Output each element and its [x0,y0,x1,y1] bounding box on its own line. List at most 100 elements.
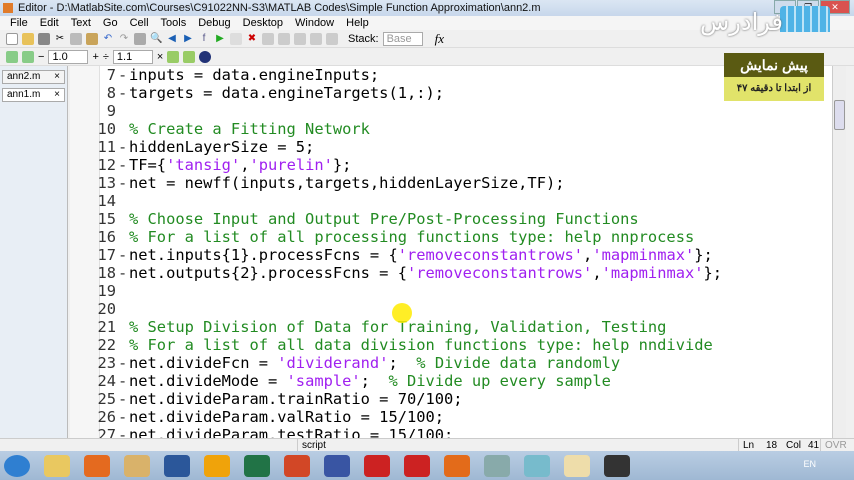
run-icon[interactable]: ▶ [214,33,226,45]
code-token-plain: TF={ [129,156,167,174]
start-taskbar-icon[interactable] [4,454,30,477]
tab-ann1-m[interactable]: ann1.m × [2,88,65,102]
scrollbar-thumb[interactable] [834,100,845,130]
breakpoint-marker[interactable]: - [118,390,127,408]
menu-text[interactable]: Text [65,16,97,30]
breakpoint-marker[interactable]: - [118,372,127,390]
stack-dropdown[interactable]: Base [382,31,423,46]
app-taskbar-icon[interactable] [404,454,430,477]
menu-file[interactable]: File [4,16,34,30]
menu-tools[interactable]: Tools [155,16,193,30]
print-icon[interactable] [134,32,146,45]
code-token-plain: , [592,264,602,282]
status-bar: script Ln 18 Col 41 OVR [0,438,854,452]
save-icon[interactable] [38,32,50,45]
excel-taskbar-icon[interactable] [244,454,270,477]
line-number: 21 [97,318,116,336]
firefox-taskbar-icon[interactable] [84,454,110,477]
line-number: 10 [97,120,116,138]
explorer-taskbar-icon[interactable] [44,454,70,477]
breakpoint-marker[interactable]: - [118,426,127,438]
outlook-taskbar-icon[interactable] [204,454,230,477]
code-text: net.divideParam.testRatio = 15/100; [129,426,453,438]
step-out-icon[interactable] [294,32,306,45]
code-editor[interactable]: 7- inputs = data.engineInputs; 8- targets =… [70,66,832,438]
open-folder-icon[interactable] [22,32,34,45]
banner-subtitle: از ابتدا تا دقیقه ۴۷ [724,77,824,101]
menu-window[interactable]: Window [289,16,340,30]
camera-taskbar-icon[interactable] [604,454,630,477]
divide-button[interactable]: ÷ [103,51,109,63]
line-number: 19 [97,282,116,300]
cell-icon[interactable] [22,50,34,63]
stack-label: Stack: [348,32,379,45]
increment-button[interactable]: + [92,51,98,63]
breakpoint-marker[interactable]: - [118,354,127,372]
cut-icon[interactable]: ✂ [54,33,66,45]
breakpoint-marker[interactable]: - [118,138,127,156]
continue-icon[interactable] [310,32,322,45]
menu-go[interactable]: Go [97,16,124,30]
breakpoint-marker[interactable]: - [118,84,127,102]
powerpoint-taskbar-icon[interactable] [284,454,310,477]
breakpoint-marker[interactable]: - [118,264,127,282]
evaluate-advance-icon[interactable] [183,50,196,63]
line-number: 12 [97,156,116,174]
code-text: inputs = data.engineInputs; [129,66,379,84]
step-in-icon[interactable] [278,32,290,45]
multiply-button[interactable]: × [157,51,163,63]
notepad-taskbar-icon[interactable] [524,454,550,477]
code-text: % Choose Input and Output Pre/Post-Proce… [129,210,639,228]
copy-icon[interactable] [70,32,82,45]
forward-icon[interactable]: ▶ [182,33,194,45]
line-number: 22 [97,336,116,354]
close-tab-icon[interactable]: × [54,89,60,101]
new-file-icon[interactable] [6,32,18,45]
function-browser-icon[interactable]: f [198,33,210,45]
back-icon[interactable]: ◀ [166,33,178,45]
breakpoint-marker[interactable]: - [118,156,127,174]
paste-icon[interactable] [86,32,98,45]
help-icon[interactable] [199,50,212,63]
code-token-plain: ; [388,354,417,372]
breakpoint-marker[interactable]: - [118,246,127,264]
app-taskbar-icon[interactable] [364,454,390,477]
code-token-string: 'dividerand' [277,354,389,372]
divide-value-input[interactable]: 1.1 [112,49,153,64]
menu-debug[interactable]: Debug [192,16,236,30]
breakpoint-marker[interactable]: - [118,408,127,426]
exit-debug-icon[interactable] [326,32,338,45]
clear-breakpoints-icon[interactable]: ✖ [246,33,258,45]
calculator-taskbar-icon[interactable] [484,454,510,477]
line-number: 11 [97,138,116,156]
redo-icon[interactable]: ↷ [118,33,130,45]
menu-help[interactable]: Help [340,16,375,30]
menu-edit[interactable]: Edit [34,16,65,30]
decrement-button[interactable]: − [38,51,44,63]
word-taskbar-icon[interactable] [164,454,190,477]
code-token-plain: , [240,156,250,174]
taskbar [0,451,854,480]
vertical-scrollbar[interactable] [832,66,846,438]
language-indicator[interactable]: EN [803,459,816,469]
matlab-taskbar-icon[interactable] [444,454,470,477]
fx-button[interactable]: fx [435,31,444,47]
decrement-value-input[interactable]: 1.0 [48,49,89,64]
close-tab-icon[interactable]: × [54,71,60,83]
notepad-pen-taskbar-icon[interactable] [564,454,590,477]
visio-taskbar-icon[interactable] [324,454,350,477]
editor-taskbar-icon[interactable] [124,454,150,477]
step-icon[interactable] [262,32,274,45]
set-breakpoint-icon[interactable] [230,32,242,45]
menu-cell[interactable]: Cell [124,16,155,30]
breakpoint-marker[interactable]: - [118,66,127,84]
tab-ann2-m[interactable]: ann2.m × [2,70,65,84]
code-text: % Create a Fitting Network [129,120,370,138]
breakpoint-marker[interactable]: - [118,174,127,192]
code-text: net.divideParam.valRatio = 15/100; [129,408,444,426]
undo-icon[interactable]: ↶ [102,33,114,45]
evaluate-cell-icon[interactable] [167,50,180,63]
find-icon[interactable]: 🔍 [150,33,162,45]
insert-cell-icon[interactable] [6,50,18,63]
menu-desktop[interactable]: Desktop [237,16,289,30]
